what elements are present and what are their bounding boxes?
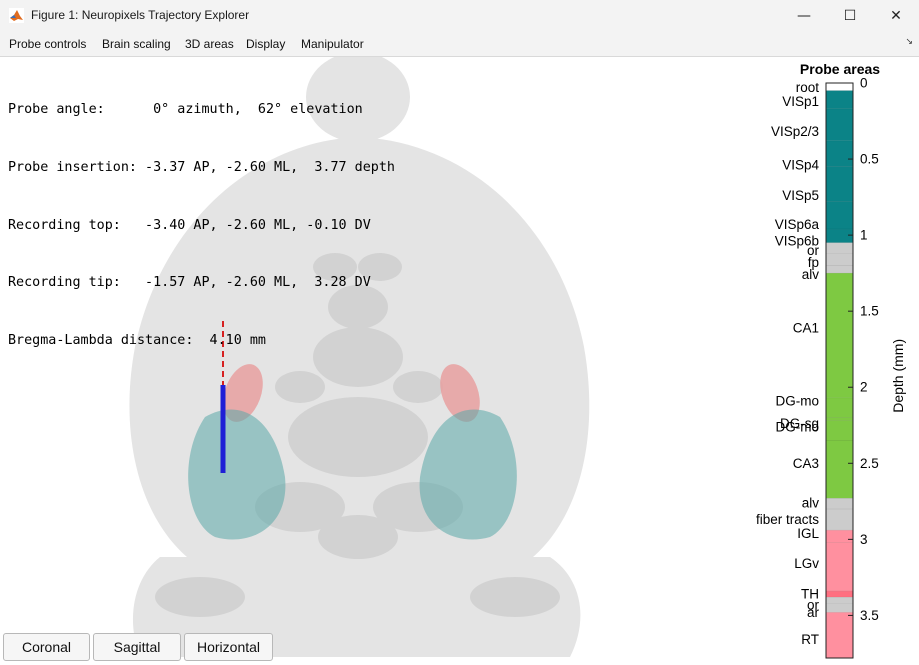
window-title: Figure 1: Neuropixels Trajectory Explore… [31, 8, 250, 22]
figure-canvas: Probe angle: 0° azimuth, 62° elevation P… [0, 57, 919, 665]
menu-probe-controls[interactable]: Probe controls [9, 37, 86, 51]
title-bar: Figure 1: Neuropixels Trajectory Explore… [0, 0, 919, 32]
info-probe-angle: Probe angle: 0° azimuth, 62° elevation [8, 102, 363, 118]
menu-3d-areas[interactable]: 3D areas [185, 37, 234, 51]
coronal-button[interactable]: Coronal [3, 633, 90, 661]
horizontal-button[interactable]: Horizontal [184, 633, 273, 661]
maximize-button[interactable]: ☐ [827, 0, 873, 32]
info-recording-tip: Recording tip: -1.57 AP, -2.60 ML, 3.28 … [8, 275, 371, 291]
info-probe-insertion: Probe insertion: -3.37 AP, -2.60 ML, 3.7… [8, 160, 395, 175]
probe-info-text: Probe angle: 0° azimuth, 62° elevation P… [8, 62, 395, 388]
sagittal-button[interactable]: Sagittal [93, 633, 181, 661]
probe-areas-title: Probe areas [799, 61, 881, 77]
info-bregma-lambda: Bregma-Lambda distance: 4.10 mm [8, 332, 266, 348]
minimize-button[interactable]: — [781, 0, 827, 32]
matlab-icon [9, 8, 24, 23]
info-recording-top: Recording top: -3.40 AP, -2.60 ML, -0.10… [8, 217, 371, 233]
dock-arrow-icon[interactable]: ↘ [905, 37, 913, 47]
menu-display[interactable]: Display [246, 37, 285, 51]
close-button[interactable]: ✕ [873, 0, 919, 32]
menu-manipulator[interactable]: Manipulator [301, 37, 364, 51]
menu-bar: Probe controls Brain scaling 3D areas Di… [0, 32, 919, 57]
menu-brain-scaling[interactable]: Brain scaling [102, 37, 171, 51]
